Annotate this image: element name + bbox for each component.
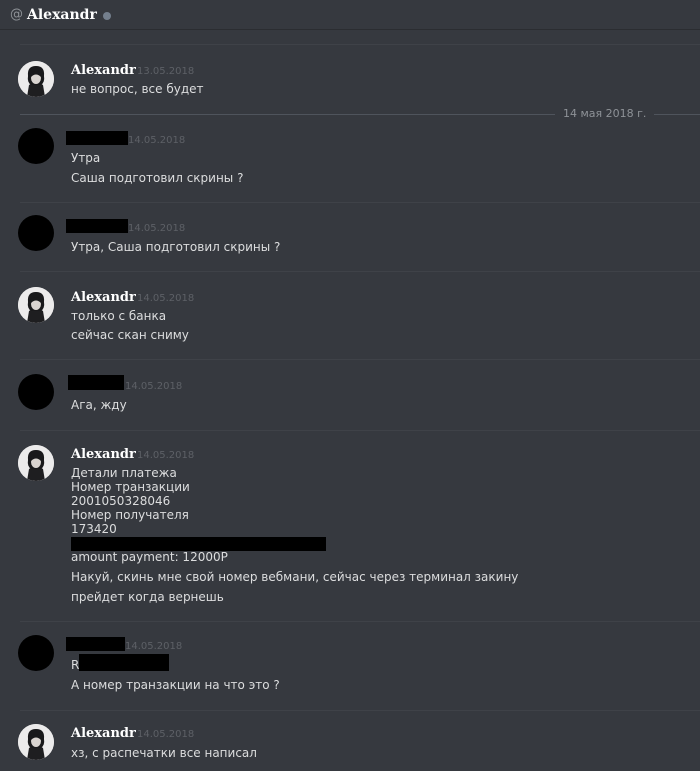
message-separator bbox=[20, 710, 700, 711]
message-separator bbox=[20, 359, 700, 360]
message-timestamp: 14.05.2018 bbox=[125, 641, 183, 652]
message-text: хз, с распечатки все написал bbox=[71, 746, 257, 760]
message-text: А номер транзакции на что это ? bbox=[71, 678, 280, 692]
avatar[interactable] bbox=[18, 61, 54, 97]
message-timestamp: 14.05.2018 bbox=[128, 223, 186, 234]
divider bbox=[20, 44, 700, 45]
message-text: Саша подготовил скрины ? bbox=[71, 171, 244, 185]
message-text: Накуй, скинь мне свой номер вебмани, сей… bbox=[71, 570, 519, 584]
message-timestamp: 14.05.2018 bbox=[137, 450, 195, 461]
message-text: только с банка bbox=[71, 309, 167, 323]
message-separator bbox=[20, 621, 700, 622]
avatar-image bbox=[18, 445, 54, 481]
message-timestamp: 14.05.2018 bbox=[125, 381, 183, 392]
channel-header: @ Alexandr bbox=[0, 0, 700, 30]
dm-recipient-name[interactable]: Alexandr bbox=[27, 7, 97, 23]
message-text: Утра, Саша подготовил скрины ? bbox=[71, 240, 281, 254]
message-text: Номер получателя bbox=[71, 508, 189, 522]
message-text: Ага, жду bbox=[71, 398, 127, 412]
redacted-username bbox=[66, 131, 128, 145]
avatar-image bbox=[18, 61, 54, 97]
message-timestamp: 13.05.2018 bbox=[137, 66, 195, 77]
avatar[interactable] bbox=[18, 128, 54, 164]
message-author[interactable]: Alexandr bbox=[71, 447, 136, 462]
message-text: 173420 bbox=[71, 522, 117, 536]
message-text: не вопрос, все будет bbox=[71, 82, 204, 96]
message-text: amount payment: 12000Р bbox=[71, 550, 228, 564]
avatar[interactable] bbox=[18, 724, 54, 760]
redacted-username bbox=[66, 637, 125, 651]
avatar[interactable] bbox=[18, 635, 54, 671]
message-text: Детали платежа bbox=[71, 466, 177, 480]
message-timestamp: 14.05.2018 bbox=[137, 729, 195, 740]
avatar[interactable] bbox=[18, 374, 54, 410]
message-separator bbox=[20, 430, 700, 431]
avatar[interactable] bbox=[18, 287, 54, 323]
message-timestamp: 14.05.2018 bbox=[137, 293, 195, 304]
redacted-username bbox=[68, 375, 124, 390]
date-divider: 14 мая 2018 г. bbox=[555, 107, 655, 120]
message-separator bbox=[20, 202, 700, 203]
message-timestamp: 14.05.2018 bbox=[128, 135, 186, 146]
avatar-image bbox=[18, 724, 54, 760]
avatar[interactable] bbox=[18, 445, 54, 481]
avatar-image bbox=[18, 287, 54, 323]
message-author[interactable]: Alexandr bbox=[71, 63, 136, 78]
avatar[interactable] bbox=[18, 215, 54, 251]
message-text: Номер транзакции bbox=[71, 480, 190, 494]
redacted-text bbox=[79, 654, 169, 671]
message-separator bbox=[20, 271, 700, 272]
message-author[interactable]: Alexandr bbox=[71, 290, 136, 305]
message-text: 2001050328046 bbox=[71, 494, 171, 508]
message-text: прейдет когда вернешь bbox=[71, 590, 224, 604]
redacted-text bbox=[71, 537, 326, 551]
redacted-username bbox=[66, 219, 128, 233]
message-text: Утра bbox=[71, 151, 101, 165]
offline-status-icon bbox=[102, 11, 111, 20]
at-icon: @ bbox=[10, 7, 23, 22]
message-author[interactable]: Alexandr bbox=[71, 726, 136, 741]
message-text: сейчас скан сниму bbox=[71, 328, 189, 342]
